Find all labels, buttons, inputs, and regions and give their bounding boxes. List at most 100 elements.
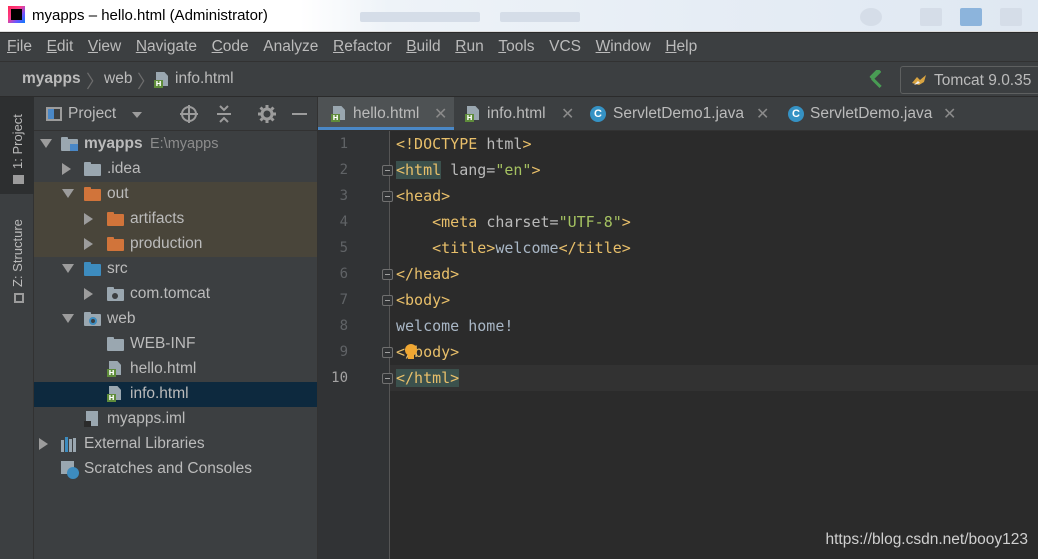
tree-item-artifacts[interactable]: artifacts (34, 207, 317, 232)
structure-tool-tab[interactable]: Z: Structure (0, 207, 34, 307)
breadcrumb-file[interactable]: info.html (175, 70, 234, 88)
tab-hello-html[interactable]: H hello.html ✕ (318, 97, 454, 130)
fold-marker-icon[interactable] (382, 347, 393, 358)
chevron-down-icon[interactable] (40, 139, 52, 148)
editor-tab-bar: H hello.html ✕ H info.html ✕ C ServletDe… (318, 97, 1038, 131)
breadcrumb-folder[interactable]: web (104, 70, 132, 88)
chevron-right-icon[interactable] (84, 213, 93, 225)
tree-item-myapps-iml[interactable]: myapps.iml (34, 407, 317, 432)
menu-tools[interactable]: Tools (498, 38, 534, 56)
code-line[interactable]: <html lang="en"> (396, 157, 541, 183)
window-titlebar: myapps – hello.html (Administrator) (0, 0, 1038, 32)
tree-item-production[interactable]: production (34, 232, 317, 257)
tree-item-out[interactable]: out (34, 182, 317, 207)
menu-build[interactable]: Build (406, 38, 440, 56)
tab-label: info.html (487, 105, 546, 122)
menu-help[interactable]: Help (665, 38, 697, 56)
fold-marker-icon[interactable] (382, 269, 393, 280)
tree-item-label: com.tomcat (130, 285, 211, 302)
build-hammer-icon[interactable] (866, 70, 886, 90)
tree-item-com-tomcat[interactable]: com.tomcat (34, 282, 317, 307)
menu-run[interactable]: Run (455, 38, 483, 56)
tree-item-info-html[interactable]: H info.html (34, 382, 317, 407)
chevron-right-icon[interactable] (84, 238, 93, 250)
hide-panel-icon[interactable] (292, 113, 307, 115)
tree-item-web[interactable]: web (34, 307, 317, 332)
line-number: 7 (339, 292, 348, 308)
fold-marker-icon[interactable] (382, 165, 393, 176)
collapse-all-icon[interactable] (214, 104, 234, 124)
close-icon[interactable]: ✕ (943, 104, 956, 124)
chevron-right-icon[interactable] (62, 163, 71, 175)
tree-item-path: E:\myapps (150, 136, 219, 152)
excluded-folder-icon (107, 212, 124, 226)
tree-item-label: WEB-INF (130, 335, 196, 352)
code-line[interactable]: <title>welcome</title> (396, 235, 631, 261)
html-file-icon: H (331, 106, 346, 122)
tab-label: ServletDemo.java (810, 105, 933, 122)
tree-item-hello-html[interactable]: H hello.html (34, 357, 317, 382)
lightbulb-icon[interactable] (404, 344, 418, 360)
tree-item-scratches[interactable]: Scratches and Consoles (34, 457, 317, 482)
structure-icon (14, 293, 24, 303)
line-number: 4 (339, 214, 348, 230)
line-number: 5 (339, 240, 348, 256)
tab-label: hello.html (353, 105, 420, 122)
close-icon[interactable]: ✕ (561, 104, 574, 124)
menu-navigate[interactable]: Navigate (136, 38, 197, 56)
folder-icon (84, 162, 101, 176)
code-line[interactable]: <body> (396, 287, 450, 313)
html-file-icon: H (107, 386, 122, 402)
tree-item-external-libraries[interactable]: External Libraries (34, 432, 317, 457)
line-number: 1 (339, 136, 348, 152)
close-icon[interactable]: ✕ (434, 104, 447, 124)
chevron-down-icon[interactable] (62, 314, 74, 323)
project-tool-tab[interactable]: 1: Project (0, 97, 34, 194)
menu-file[interactable]: File (7, 38, 32, 56)
tree-item-src[interactable]: src (34, 257, 317, 282)
menu-code[interactable]: Code (212, 38, 249, 56)
tab-servletdemo-java[interactable]: C ServletDemo.java ✕ (786, 97, 976, 130)
code-editor[interactable]: 1 2 3 4 5 6 7 8 9 10 <!DOCTYPE html> <html lang="e… (318, 131, 1038, 559)
tree-item-label: Scratches and Consoles (84, 460, 253, 477)
source-folder-icon (84, 262, 101, 276)
run-configuration-selector[interactable]: Tomcat 9.0.35 (900, 66, 1038, 94)
tab-servletdemo1-java[interactable]: C ServletDemo1.java ✕ (588, 97, 784, 130)
tree-item-myapps[interactable]: myapps E:\myapps (34, 132, 317, 157)
fold-marker-icon[interactable] (382, 295, 393, 306)
project-view-selector[interactable]: Project (68, 105, 116, 123)
tree-item-idea[interactable]: .idea (34, 157, 317, 182)
editor-gutter: 1 2 3 4 5 6 7 8 9 10 (318, 131, 393, 559)
module-folder-icon (61, 137, 78, 151)
fold-marker-icon[interactable] (382, 373, 393, 384)
gear-icon[interactable] (257, 104, 277, 124)
code-line[interactable]: <!DOCTYPE html> (396, 131, 531, 157)
close-icon[interactable]: ✕ (756, 104, 769, 124)
line-number: 8 (339, 318, 348, 334)
chevron-down-icon[interactable] (132, 112, 142, 118)
breadcrumb-project[interactable]: myapps (22, 70, 81, 88)
menu-window[interactable]: Window (596, 38, 651, 56)
project-panel-header: Project (34, 97, 317, 131)
chevron-right-icon[interactable] (39, 438, 48, 450)
chevron-down-icon[interactable] (62, 264, 74, 273)
code-line[interactable]: <meta charset="UTF-8"> (396, 209, 631, 235)
locate-file-icon[interactable] (179, 104, 199, 124)
menu-view[interactable]: View (88, 38, 121, 56)
fold-marker-icon[interactable] (382, 191, 393, 202)
tab-info-html[interactable]: H info.html ✕ (454, 97, 588, 130)
code-line[interactable]: </html> (396, 365, 460, 391)
menu-refactor[interactable]: Refactor (333, 38, 392, 56)
class-icon: C (788, 106, 804, 122)
menu-analyze[interactable]: Analyze (263, 38, 318, 56)
chevron-down-icon[interactable] (62, 189, 74, 198)
menu-edit[interactable]: Edit (47, 38, 74, 56)
code-line[interactable]: welcome home! (396, 313, 513, 339)
tree-item-web-inf[interactable]: WEB-INF (34, 332, 317, 357)
code-line[interactable]: </head> (396, 261, 459, 287)
code-line[interactable]: <head> (396, 183, 450, 209)
structure-tool-tab-label: Z: Structure (10, 219, 25, 287)
menu-vcs[interactable]: VCS (549, 38, 581, 56)
chevron-right-icon[interactable] (84, 288, 93, 300)
libraries-icon (61, 437, 79, 452)
